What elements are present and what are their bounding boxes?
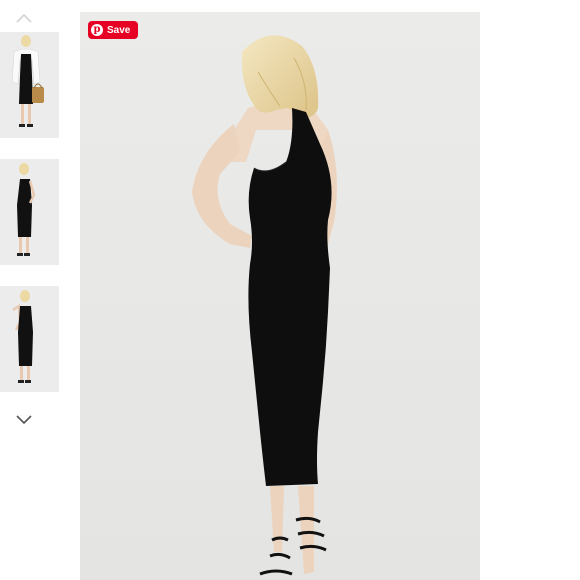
thumbnail-back[interactable]: [0, 286, 59, 392]
thumbnail-front[interactable]: [0, 32, 59, 138]
pinterest-save-button[interactable]: p Save: [88, 21, 139, 39]
save-label: Save: [107, 24, 131, 36]
chevron-up-icon[interactable]: [14, 11, 34, 25]
product-photo: [80, 12, 480, 580]
chevron-down-icon[interactable]: [14, 413, 34, 427]
thumbnail-side[interactable]: [0, 159, 59, 265]
pinterest-icon: p: [91, 24, 103, 36]
thumbnail-rail: [0, 0, 62, 580]
main-product-image[interactable]: p Save: [80, 12, 480, 580]
